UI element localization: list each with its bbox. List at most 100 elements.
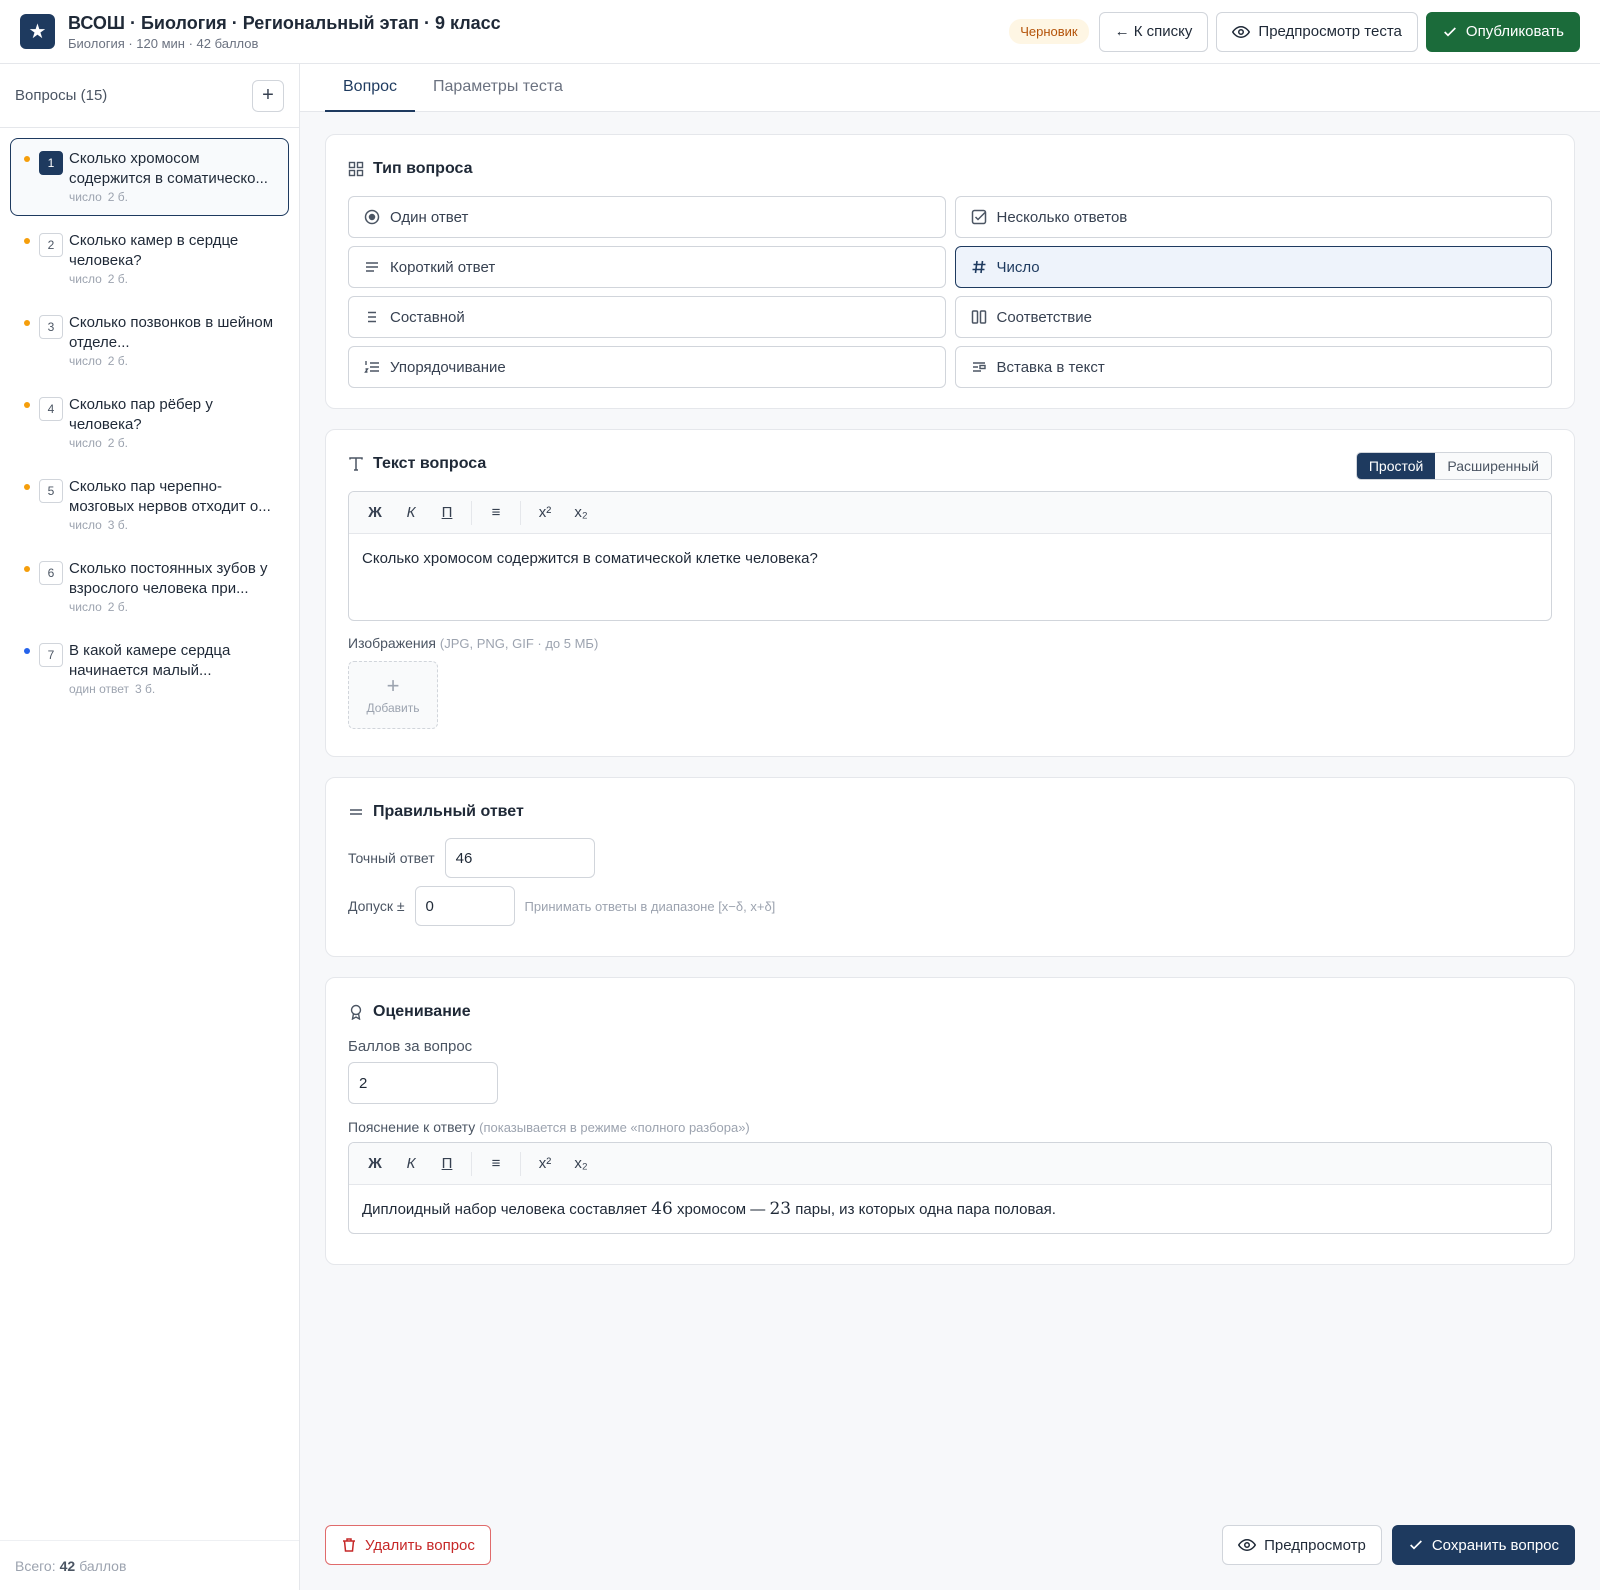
question-meta: один ответ 3 б. xyxy=(69,682,276,696)
type-option-label: Соответствие xyxy=(996,308,1092,326)
question-meta: число 2 б. xyxy=(69,354,276,368)
add-question-button[interactable]: + xyxy=(252,79,284,112)
question-text-card: Текст вопроса Простой Расширенный Ж К П … xyxy=(325,429,1575,757)
add-image-button[interactable]: + Добавить xyxy=(348,661,438,729)
question-list-item[interactable]: 4 Сколько пар рёбер у человека? число 2 б… xyxy=(10,384,289,462)
subscript-button[interactable]: x₂ xyxy=(563,1150,599,1178)
back-label: ← К списку xyxy=(1114,23,1193,40)
question-number: 5 xyxy=(39,479,63,503)
italic-button[interactable]: К xyxy=(393,499,429,527)
mode-advanced-button[interactable]: Расширенный xyxy=(1435,453,1551,479)
type-option-short-answer[interactable]: Короткий ответ xyxy=(348,246,946,288)
type-option-number[interactable]: Число xyxy=(954,246,1552,288)
question-list-item[interactable]: 1 Сколько хромосом содержится в соматиче… xyxy=(10,138,289,216)
question-points: 2 б. xyxy=(107,354,128,368)
bottom-actions: Предпросмотр Сохранить вопрос xyxy=(1222,1525,1575,1565)
question-preview-text: Сколько пар черепно-мозговых нервов отхо… xyxy=(69,478,271,515)
title-block: ВСОШ · Биология · Региональный этап · 9 … xyxy=(68,13,501,51)
question-points: 3 б. xyxy=(135,682,156,696)
text-insert-icon xyxy=(971,359,987,375)
list-button[interactable]: ≡ xyxy=(478,499,514,527)
question-points: 3 б. xyxy=(107,518,128,532)
question-type-heading: Тип вопроса xyxy=(348,157,1552,181)
hash-icon xyxy=(971,259,987,275)
tolerance-label: Допуск ± xyxy=(348,898,405,914)
eye-icon xyxy=(1238,1538,1257,1552)
status-dot-icon xyxy=(24,484,30,490)
correct-answer-heading: Правильный ответ xyxy=(348,800,1552,824)
type-option-label: Короткий ответ xyxy=(390,258,496,276)
question-text-input[interactable]: Сколько хромосом содержится в соматическ… xyxy=(349,534,1551,620)
images-label: Изображения xyxy=(348,635,436,651)
check-icon xyxy=(1409,1540,1422,1550)
question-text-editor: Ж К П ≡ x² x₂ Сколько хромосом содержитс… xyxy=(348,491,1552,621)
explanation-label: Пояснение к ответу xyxy=(348,1119,476,1135)
editor-mode-toggle: Простой Расширенный xyxy=(1355,452,1552,480)
checkbox-icon xyxy=(971,209,987,225)
type-option-single[interactable]: Один ответ xyxy=(348,196,946,238)
question-list-item[interactable]: 2 Сколько камер в сердце человека? число… xyxy=(10,220,289,298)
grid-icon xyxy=(348,161,364,177)
points-input[interactable]: 2 xyxy=(348,1062,498,1104)
ordered-list-icon xyxy=(364,359,380,375)
preview-test-label: Предпросмотр теста xyxy=(1258,23,1402,40)
question-points: 2 б. xyxy=(107,190,128,204)
italic-button[interactable]: К xyxy=(393,1150,429,1178)
bold-button[interactable]: Ж xyxy=(357,499,393,527)
back-to-list-button[interactable]: ← К списку xyxy=(1098,11,1209,52)
question-meta: число 2 б. xyxy=(69,436,276,450)
total-suffix: баллов xyxy=(79,1557,127,1574)
exact-answer-input[interactable]: 46 xyxy=(444,838,595,878)
type-option-label: Один ответ xyxy=(390,208,469,226)
explanation-input[interactable]: Диплоидный набор человека составляет 46 … xyxy=(349,1185,1551,1233)
question-list-item[interactable]: 6 Сколько постоянных зубов у взрослого ч… xyxy=(10,548,289,626)
question-list: 1 Сколько хромосом содержится в соматиче… xyxy=(0,128,299,722)
question-preview-text: Сколько хромосом содержится в соматическ… xyxy=(69,150,268,187)
question-preview-text: Сколько постоянных зубов у взрослого чел… xyxy=(69,560,268,597)
grading-card: Оценивание Баллов за вопрос 2 Пояснение … xyxy=(325,977,1575,1265)
underline-button[interactable]: П xyxy=(429,499,465,527)
superscript-button[interactable]: x² xyxy=(527,499,563,527)
question-list-item[interactable]: 5 Сколько пар черепно-мозговых нервов от… xyxy=(10,466,289,544)
grading-title: Оценивание xyxy=(373,1003,471,1020)
preview-test-button[interactable]: Предпросмотр теста xyxy=(1216,11,1418,52)
type-option-compound[interactable]: Составной xyxy=(348,296,946,338)
question-type: число xyxy=(69,600,102,614)
status-dot-icon xyxy=(24,238,30,244)
type-option-matching[interactable]: Соответствие xyxy=(954,296,1552,338)
subscript-button[interactable]: x₂ xyxy=(563,499,599,527)
tab-test-settings[interactable]: Параметры теста xyxy=(415,64,581,112)
questions-sidebar: Вопросы (15) + 1 Сколько хромосом содерж… xyxy=(0,64,300,1590)
sidebar-header: Вопросы (15) + xyxy=(0,64,299,128)
correct-answer-title: Правильный ответ xyxy=(373,803,524,820)
question-points: 2 б. xyxy=(107,600,128,614)
math-number: 23 xyxy=(769,1199,792,1219)
total-points: 42 xyxy=(59,1557,76,1574)
editor-toolbar: Ж К П ≡ x² x₂ xyxy=(349,492,1551,534)
bold-button[interactable]: Ж xyxy=(357,1150,393,1178)
mode-simple-button[interactable]: Простой xyxy=(1356,453,1436,479)
list-icon xyxy=(364,309,380,325)
lines-icon xyxy=(364,259,380,275)
tab-question[interactable]: Вопрос xyxy=(325,64,416,112)
underline-button[interactable]: П xyxy=(429,1150,465,1178)
list-button[interactable]: ≡ xyxy=(478,1150,514,1178)
question-meta: число 3 б. xyxy=(69,518,276,532)
explanation-text: Диплоидный набор человека составляет xyxy=(362,1201,652,1218)
question-meta: число 2 б. xyxy=(69,600,276,614)
publish-button[interactable]: Опубликовать xyxy=(1425,11,1580,52)
delete-question-button[interactable]: Удалить вопрос xyxy=(325,1525,491,1565)
save-question-button[interactable]: Сохранить вопрос xyxy=(1391,1525,1575,1565)
question-list-item[interactable]: 7 В какой камере сердца начинается малый… xyxy=(10,630,289,708)
tolerance-input[interactable]: 0 xyxy=(414,886,515,926)
preview-button[interactable]: Предпросмотр xyxy=(1222,1525,1382,1565)
superscript-button[interactable]: x² xyxy=(527,1150,563,1178)
question-number: 1 xyxy=(39,151,63,175)
question-list-item[interactable]: 3 Сколько позвонков в шейном отделе... ч… xyxy=(10,302,289,380)
add-image-label: Добавить xyxy=(366,701,420,715)
question-meta: число 2 б. xyxy=(69,190,276,204)
sidebar-total: Всего: 42 баллов xyxy=(0,1540,299,1590)
type-option-ordering[interactable]: Упорядочивание xyxy=(348,346,946,388)
type-option-multiple[interactable]: Несколько ответов xyxy=(954,196,1552,238)
type-option-text-insert[interactable]: Вставка в текст xyxy=(954,346,1552,388)
